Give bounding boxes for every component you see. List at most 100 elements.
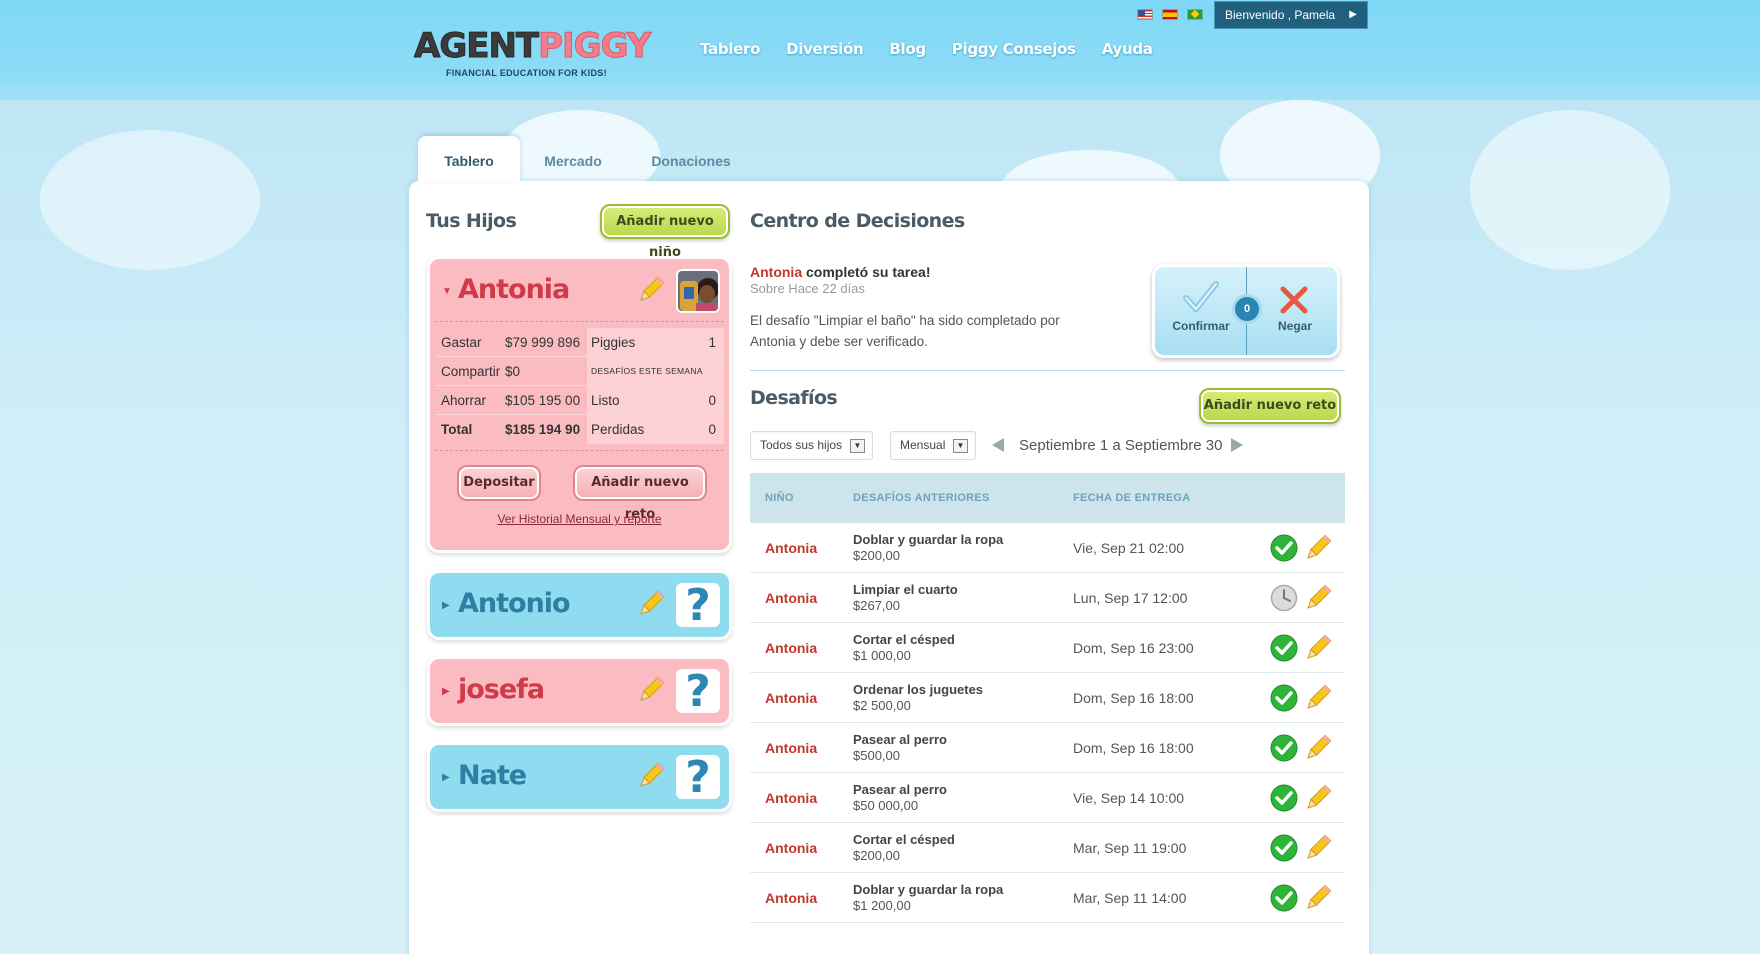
row-kid-name[interactable]: Antonia [750, 790, 853, 806]
check-circle-icon[interactable] [1270, 534, 1298, 562]
row-task-name: Cortar el césped [853, 832, 955, 847]
brazil-flag-icon[interactable] [1187, 9, 1203, 20]
row-task: Pasear al perro $500,00 [853, 732, 1073, 763]
pencil-icon[interactable] [636, 761, 666, 791]
pencil-icon[interactable] [636, 675, 666, 705]
row-task-name: Ordenar los juguetes [853, 682, 984, 697]
pencil-icon[interactable] [1303, 733, 1333, 763]
pencil-icon[interactable] [1303, 783, 1333, 813]
decision-center-title: Centro de Decisiones [750, 210, 965, 232]
kid-card-antonio[interactable]: ▶ Antonio ? [427, 570, 732, 640]
kid-actions: Depositar Añadir nuevo reto Ver Historia… [435, 450, 724, 538]
pencil-icon[interactable] [1303, 633, 1333, 663]
table-row: Antonia Doblar y guardar la ropa $1 200,00… [750, 873, 1345, 923]
stat-label: Ahorrar [441, 392, 487, 408]
confirm-label: Confirmar [1172, 319, 1230, 333]
logo-piggy-text: PIGGY [538, 26, 652, 67]
row-task-name: Limpiar el cuarto [853, 582, 958, 597]
period-filter-select[interactable]: Mensual ▼ [890, 431, 976, 460]
row-task-amount: $267,00 [853, 598, 900, 613]
row-kid-name[interactable]: Antonia [750, 640, 853, 656]
user-menu-button[interactable]: Bienvenido , Pamela ▶ [1214, 1, 1368, 29]
add-challenge-button[interactable]: Añadir nuevo reto [1199, 388, 1341, 424]
us-flag-icon[interactable] [1137, 9, 1153, 20]
pencil-icon[interactable] [1303, 583, 1333, 613]
stat-value: $105 195 00 [505, 392, 581, 408]
kid-card-nate[interactable]: ▶ Nate ? [427, 742, 732, 812]
row-kid-name[interactable]: Antonia [750, 740, 853, 756]
row-kid-name[interactable]: Antonia [750, 590, 853, 606]
decision-kid-name[interactable]: Antonia [750, 264, 802, 280]
kid-stats-table: Gastar $79 999 896 Piggies 1 Compartir $0… [435, 321, 724, 444]
triangle-right-icon: ▶ [442, 686, 450, 697]
nav-diversion[interactable]: Diversión [786, 40, 864, 58]
tab-mercado[interactable]: Mercado [520, 136, 626, 182]
prev-period-arrow-icon[interactable] [992, 438, 1004, 452]
pencil-icon[interactable] [1303, 833, 1333, 863]
row-task: Pasear al perro $50 000,00 [853, 782, 1073, 813]
deny-button[interactable]: Negar [1249, 267, 1341, 355]
checkmark-icon [1183, 281, 1219, 312]
challenges-title: Desafíos [750, 387, 838, 409]
spain-flag-icon[interactable] [1162, 9, 1178, 20]
stat-right-label: DESAFÍOS ESTE SEMANA [591, 366, 703, 376]
pencil-icon[interactable] [1303, 683, 1333, 713]
triangle-right-icon: ▶ [442, 600, 450, 611]
row-task: Cortar el césped $200,00 [853, 832, 1073, 863]
check-circle-icon[interactable] [1270, 734, 1298, 762]
tab-donaciones[interactable]: Donaciones [626, 136, 756, 182]
row-task-amount: $2 500,00 [853, 698, 911, 713]
dropdown-arrow-icon: ▼ [850, 439, 865, 453]
stat-right-value: 0 [708, 422, 716, 437]
check-circle-icon[interactable] [1270, 634, 1298, 662]
check-circle-icon[interactable] [1270, 784, 1298, 812]
column-header-challenges: DESAFÍOS ANTERIORES [853, 492, 990, 504]
welcome-text: Bienvenido , Pamela [1225, 8, 1336, 22]
agentpiggy-logo[interactable]: AGENTPIGGY FINANCIAL EDUCATION FOR KIDS! [413, 26, 654, 82]
add-kid-button[interactable]: Añadir nuevo niño [600, 204, 730, 260]
kid-name: Antonia [458, 274, 570, 305]
pencil-icon[interactable] [636, 275, 666, 305]
pencil-icon[interactable] [1303, 533, 1333, 563]
add-challenge-button[interactable]: Añadir nuevo reto [573, 465, 707, 522]
row-task-amount: $200,00 [853, 548, 900, 563]
check-circle-icon[interactable] [1270, 834, 1298, 862]
deposit-button[interactable]: Depositar [457, 465, 541, 501]
nav-piggy-consejos[interactable]: Piggy Consejos [952, 40, 1076, 58]
history-link[interactable]: Ver Historial Mensual y reporte [435, 512, 724, 526]
tab-tablero[interactable]: Tablero [418, 136, 520, 182]
pencil-icon[interactable] [636, 589, 666, 619]
nav-ayuda[interactable]: Ayuda [1102, 40, 1153, 58]
clock-icon[interactable] [1270, 584, 1298, 612]
row-kid-name[interactable]: Antonia [750, 690, 853, 706]
table-row: Antonia Doblar y guardar la ropa $200,00 Vi… [750, 523, 1345, 573]
stat-right-label: Piggies [591, 334, 636, 350]
row-kid-name[interactable]: Antonia [750, 890, 853, 906]
row-task-amount: $1 200,00 [853, 898, 911, 913]
kid-card-josefa[interactable]: ▶ josefa ? [427, 656, 732, 726]
table-row: Antonia Limpiar el cuarto $267,00 Lun, Sep … [750, 573, 1345, 623]
stat-row: Compartir $0 DESAFÍOS ESTE SEMANA [435, 357, 724, 386]
check-circle-icon[interactable] [1270, 884, 1298, 912]
stat-label: Compartir [441, 363, 501, 379]
row-task: Ordenar los juguetes $2 500,00 [853, 682, 1073, 713]
cloud [1470, 110, 1670, 270]
triangle-down-icon: ▼ [442, 286, 452, 297]
stat-value: $79 999 896 [505, 334, 581, 350]
row-task: Cortar el césped $1 000,00 [853, 632, 1073, 663]
column-header-kid: NIÑO [765, 492, 794, 504]
pencil-icon[interactable] [1303, 883, 1333, 913]
row-kid-name[interactable]: Antonia [750, 840, 853, 856]
check-circle-icon[interactable] [1270, 684, 1298, 712]
challenges-table: NIÑO DESAFÍOS ANTERIORES FECHA DE ENTREG… [750, 473, 1345, 923]
kid-name: josefa [458, 674, 545, 705]
kids-filter-select[interactable]: Todos sus hijos ▼ [750, 431, 873, 460]
kid-card-header[interactable]: ▼ Antonia [430, 259, 729, 321]
next-period-arrow-icon[interactable] [1231, 438, 1243, 452]
row-kid-name[interactable]: Antonia [750, 540, 853, 556]
table-row: Antonia Pasear al perro $50 000,00 Vie, Sep… [750, 773, 1345, 823]
stat-right-value: 1 [708, 334, 716, 350]
nav-blog[interactable]: Blog [889, 40, 926, 58]
nav-tablero[interactable]: Tablero [700, 40, 760, 58]
kid-card-header: ▶ josefa ? [430, 659, 729, 721]
